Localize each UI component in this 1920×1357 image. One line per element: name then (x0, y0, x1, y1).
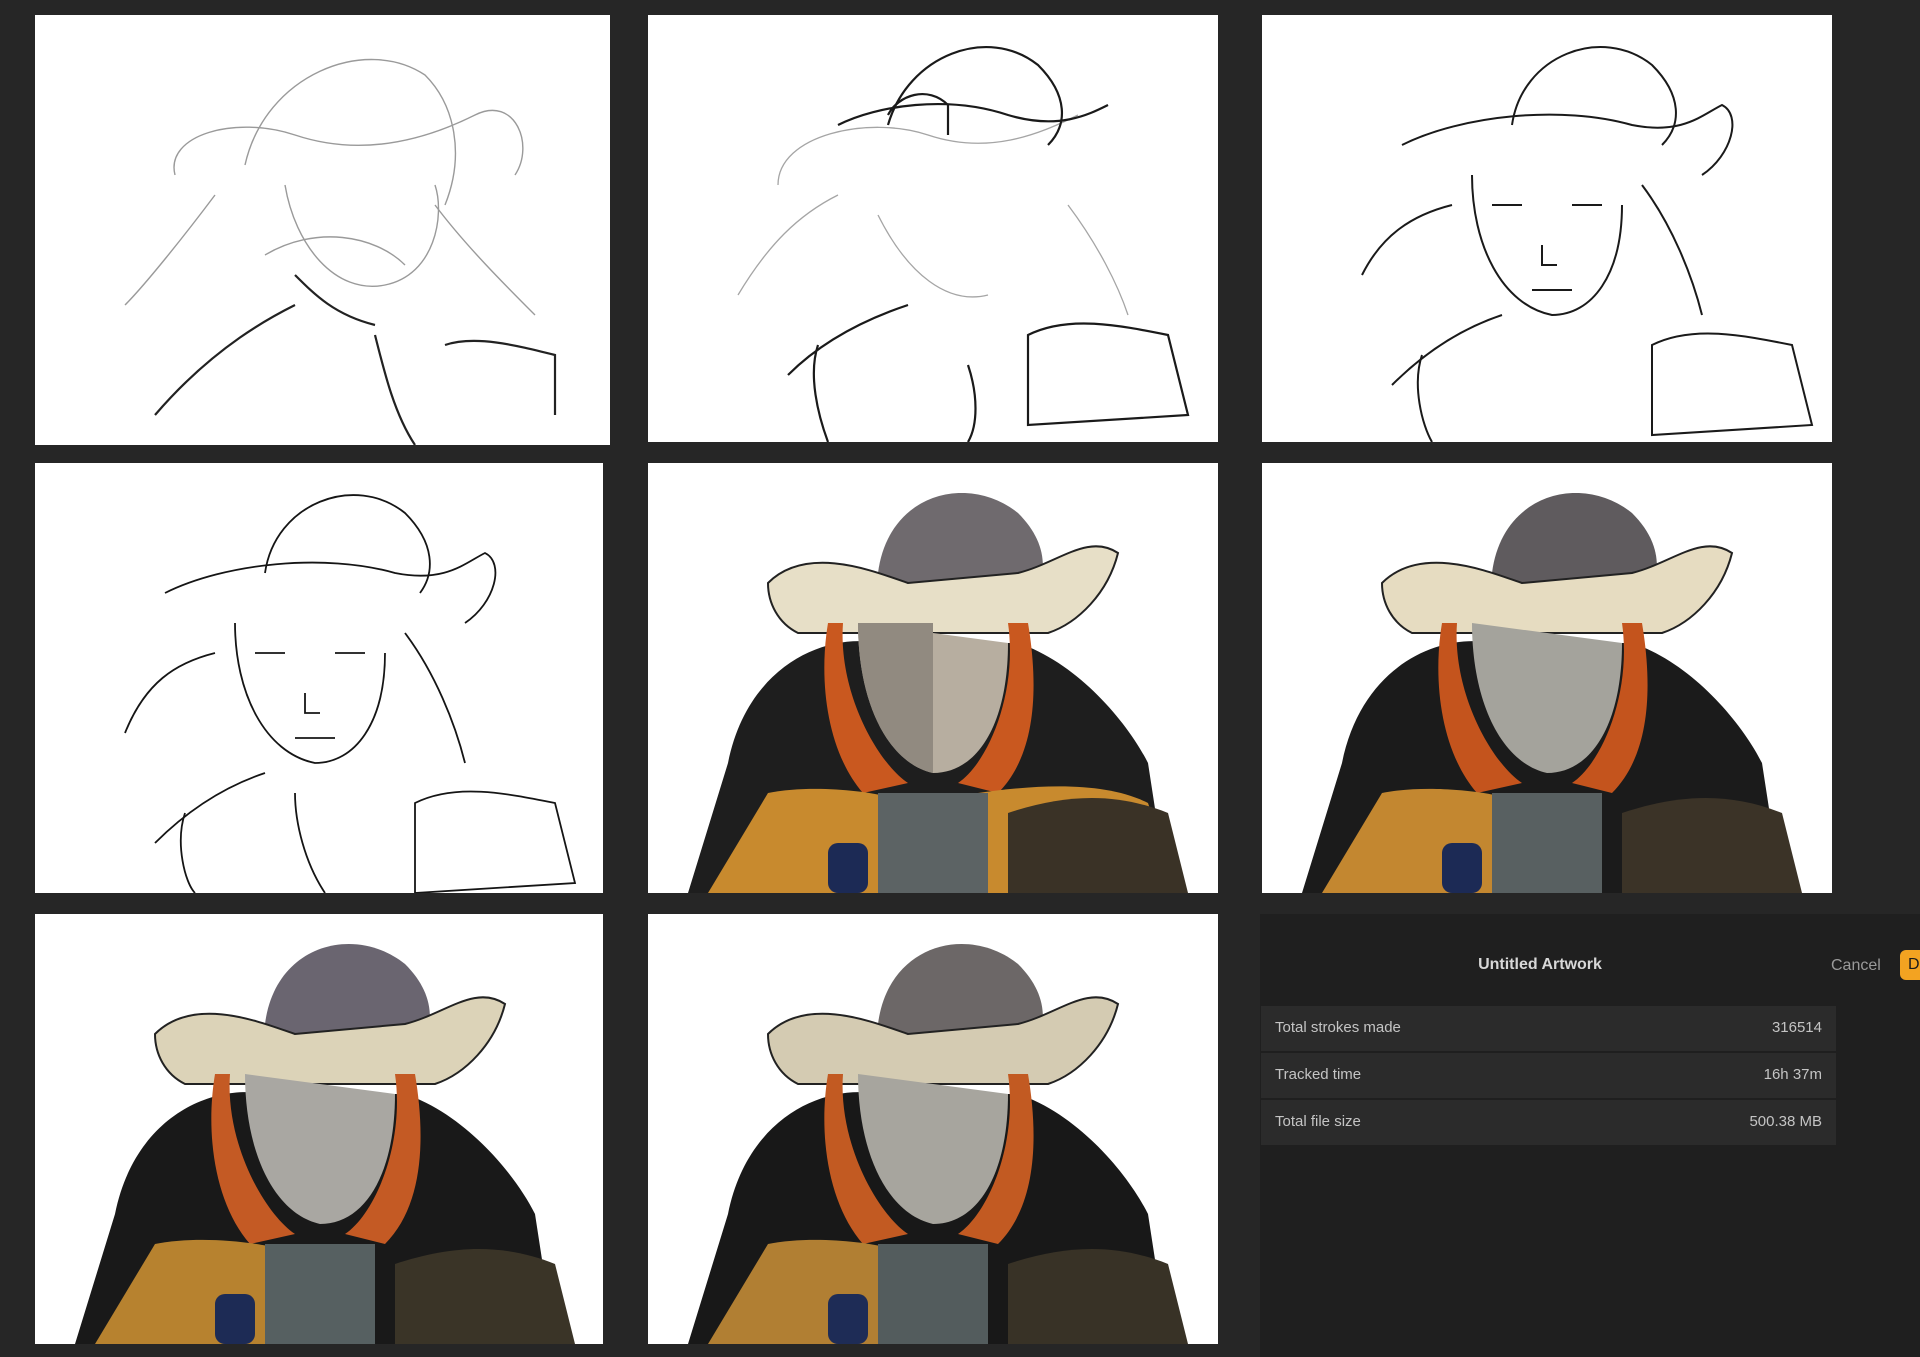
sketch-illustration (124, 58, 557, 445)
stat-row-strokes: Total strokes made 316514 (1261, 1006, 1836, 1051)
artwork-frame-flat-color[interactable] (648, 463, 1218, 893)
sketch-illustration (737, 46, 1190, 442)
stat-label: Total file size (1275, 1113, 1361, 1130)
colored-illustration (1302, 493, 1802, 893)
panel-title: Untitled Artwork (1478, 956, 1602, 973)
colored-illustration (75, 944, 575, 1344)
done-button[interactable]: D (1900, 950, 1920, 980)
stat-label: Tracked time (1275, 1066, 1362, 1083)
colored-illustration (688, 493, 1188, 893)
stat-value: 500.38 MB (1749, 1113, 1822, 1130)
stat-value: 16h 37m (1763, 1066, 1822, 1083)
stats-list: Total strokes made 316514 Tracked time 1… (1261, 1006, 1836, 1147)
stat-row-tracked-time: Tracked time 16h 37m (1261, 1053, 1836, 1098)
colored-illustration (688, 944, 1188, 1344)
artwork-frame-final-render[interactable] (648, 914, 1218, 1344)
sketch-illustration (1361, 46, 1814, 442)
stat-value: 316514 (1771, 1019, 1822, 1036)
artwork-frame-refined-sketch[interactable] (648, 15, 1218, 442)
stat-label: Total strokes made (1275, 1019, 1401, 1036)
artwork-frame-rendering[interactable] (35, 914, 603, 1344)
lineart-illustration (124, 494, 577, 893)
artwork-frame-rough-sketch[interactable] (35, 15, 610, 445)
artwork-frame-line-sketch[interactable] (1262, 15, 1832, 442)
cancel-button[interactable]: Cancel (1831, 957, 1881, 975)
timelapse-gallery: Untitled Artwork Cancel D Total strokes … (0, 0, 1920, 1357)
artwork-frame-shading[interactable] (1262, 463, 1832, 893)
artwork-frame-line-art[interactable] (35, 463, 603, 893)
stat-row-file-size: Total file size 500.38 MB (1261, 1100, 1836, 1145)
